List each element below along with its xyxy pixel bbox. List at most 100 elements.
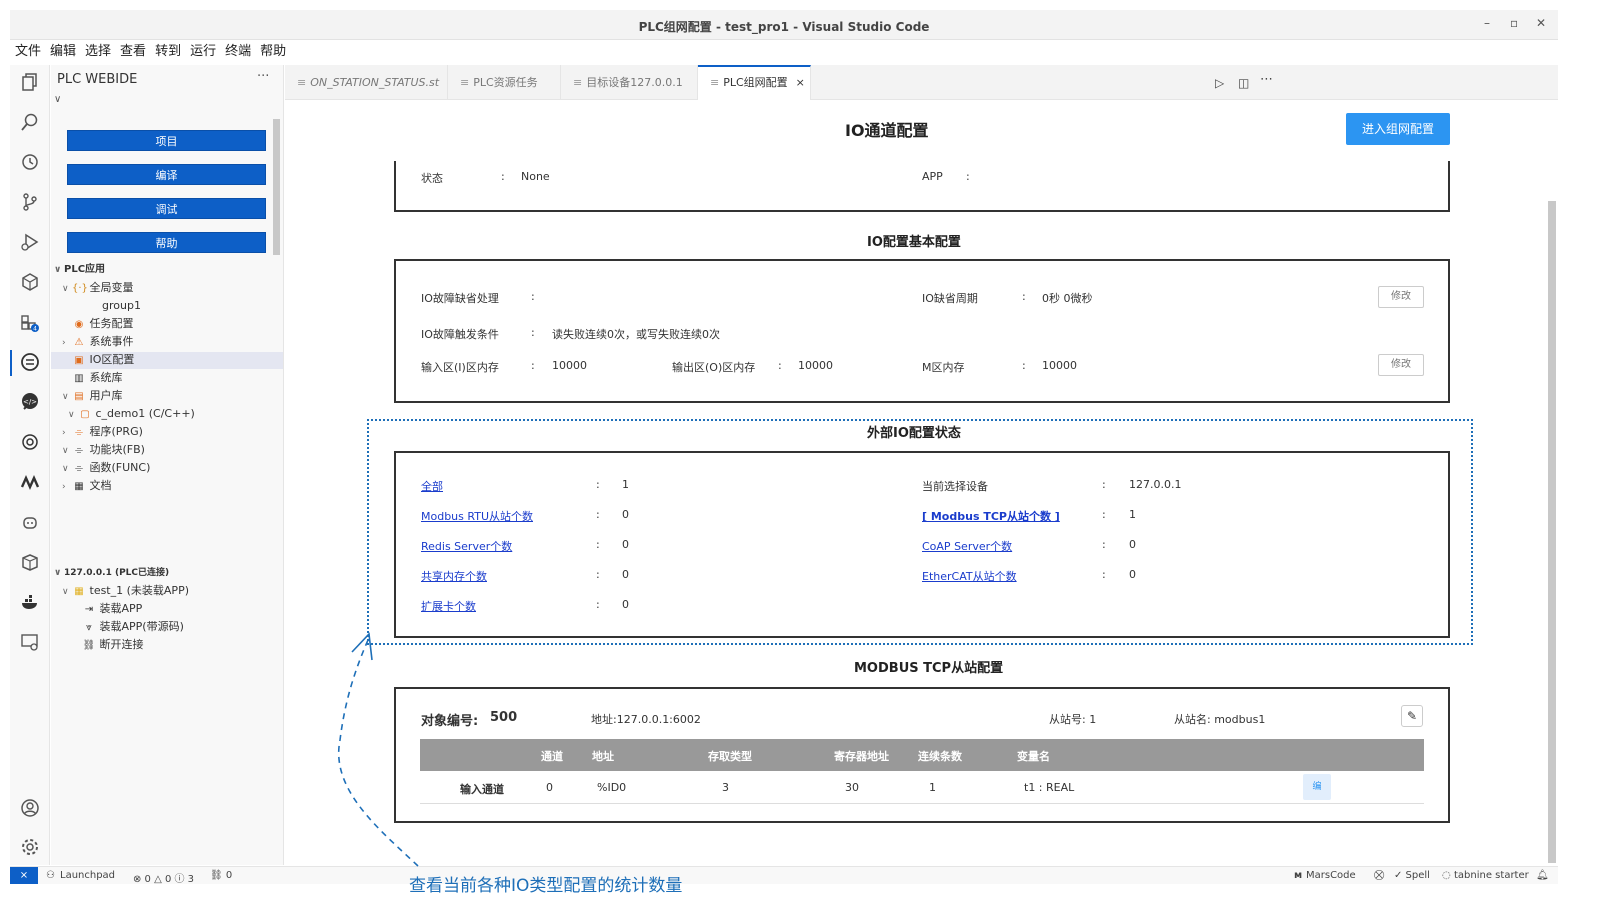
col-address: 地址 <box>592 750 614 763</box>
menu-terminal[interactable]: 终端 <box>220 41 255 63</box>
tree-global-vars[interactable]: ∨ {·} 全局变量 <box>62 280 134 297</box>
tree-prg[interactable]: › ⌯ 程序(PRG) <box>62 424 143 441</box>
marscode-icon[interactable] <box>20 472 40 492</box>
tree-sys-events[interactable]: › ⚠ 系统事件 <box>62 334 134 351</box>
row-edit-button[interactable]: 编 <box>1303 774 1331 800</box>
tabnine-icon[interactable]: ◌ <box>1442 870 1451 881</box>
tree-c-demo[interactable]: ∨ ▢ c_demo1 (C/C++) <box>68 406 195 423</box>
extensions-icon[interactable]: 4 <box>20 312 40 333</box>
tabnine-status[interactable]: tabnine starter <box>1454 870 1529 881</box>
tree-test1[interactable]: ∨ ▦ test_1 (未装载APP) <box>62 583 189 600</box>
search-icon[interactable] <box>20 112 40 132</box>
menu-go[interactable]: 转到 <box>150 41 185 63</box>
spell-status[interactable]: ✓ Spell <box>1394 870 1430 881</box>
output-mem-label: 输出区(O)区内存 <box>672 361 756 374</box>
tree-plc-app[interactable]: ∨ PLC应用 <box>54 262 105 278</box>
openai-icon[interactable] <box>20 432 40 452</box>
plc-webide-icon[interactable] <box>20 352 40 372</box>
explorer-icon[interactable] <box>20 72 40 92</box>
tab-plc-network-config[interactable]: ≡ PLC组网配置 × <box>698 65 811 100</box>
tree-task-config[interactable]: ◉ 任务配置 <box>72 316 134 333</box>
package-icon[interactable] <box>20 552 40 572</box>
chat-code-icon[interactable]: </> <box>20 392 40 412</box>
menu-run[interactable]: 运行 <box>185 41 220 63</box>
link-modbus-rtu[interactable]: Modbus RTU从站个数 <box>421 508 533 524</box>
maximize-icon[interactable]: ▫ <box>1510 16 1518 30</box>
tab-plc-resource[interactable]: ≡ PLC资源任务 <box>448 65 561 100</box>
minimize-icon[interactable]: – <box>1484 16 1490 30</box>
colon: : <box>596 598 600 611</box>
docker-icon[interactable] <box>20 592 40 612</box>
more-icon[interactable]: ⋯ <box>1260 72 1273 87</box>
run-icon[interactable]: ▷ <box>1215 76 1224 90</box>
tree-load-app-src[interactable]: ⩔ 装载APP(带源码) <box>82 619 184 636</box>
chevron-down-icon[interactable]: ∨ <box>54 94 61 105</box>
fault-trigger-value: 读失败连续0次，或写失败连续0次 <box>552 328 720 341</box>
marscode-label[interactable]: MarsCode <box>1306 870 1356 881</box>
link-coap-server[interactable]: CoAP Server个数 <box>922 538 1012 554</box>
tree-load-app[interactable]: ⇥ 装载APP <box>82 601 143 618</box>
tab-target-device[interactable]: ≡ 目标设备127.0.0.1 <box>561 65 698 100</box>
tab-on-station-status[interactable]: ≡ ON_STATION_STATUS.st <box>285 65 448 100</box>
tree-fb[interactable]: ∨ ⌯ 功能块(FB) <box>62 442 145 459</box>
tree-user-lib[interactable]: ∨ ▤ 用户库 <box>62 388 123 405</box>
link-redis-server[interactable]: Redis Server个数 <box>421 538 512 554</box>
link-all[interactable]: 全部 <box>421 478 443 494</box>
tree-docs[interactable]: › ▦ 文档 <box>62 478 112 495</box>
sidebar-scrollbar[interactable] <box>273 119 280 255</box>
settings-gear-icon[interactable] <box>20 837 40 857</box>
extension-box-icon[interactable] <box>20 272 40 292</box>
tree-group1[interactable]: group1 <box>102 298 141 314</box>
modify-period-button[interactable]: 修改 <box>1378 286 1424 308</box>
launchpad-label[interactable]: Launchpad <box>60 870 115 881</box>
source-control-icon[interactable] <box>20 192 40 212</box>
debug-button[interactable]: 调试 <box>67 198 266 219</box>
tree-io-config[interactable]: ▣ IO区配置 <box>51 352 283 369</box>
link-modbus-tcp[interactable]: [ Modbus TCP从站个数 ] <box>922 508 1060 524</box>
colon: : <box>596 568 600 581</box>
marscode-icon[interactable]: ᴍ <box>1294 870 1302 881</box>
value-shared-memory: 0 <box>622 568 629 581</box>
edit-pencil-icon[interactable]: ✎ <box>1401 705 1423 727</box>
m-mem-value: 10000 <box>1042 359 1077 372</box>
tree-func[interactable]: ∨ ⌯ 函数(FUNC) <box>62 460 150 477</box>
modify-memory-button[interactable]: 修改 <box>1378 354 1424 376</box>
menu-selection[interactable]: 选择 <box>80 41 115 63</box>
link-shared-memory[interactable]: 共享内存个数 <box>421 568 487 584</box>
compile-button[interactable]: 编译 <box>67 164 266 185</box>
account-icon[interactable] <box>20 798 40 818</box>
more-actions-icon[interactable]: ··· <box>257 69 269 84</box>
run-debug-icon[interactable] <box>20 232 40 252</box>
menu-help[interactable]: 帮助 <box>255 41 290 63</box>
launchpad-icon[interactable]: ⚇ <box>46 870 55 881</box>
bell-icon[interactable]: 🔔︎ <box>1536 870 1549 881</box>
remote-explorer-icon[interactable] <box>20 632 40 652</box>
problems-indicator[interactable]: ⊗ 0 △ 0 ⓘ 3 <box>133 870 194 884</box>
split-editor-icon[interactable]: ◫ <box>1238 76 1249 90</box>
tree-sys-lib[interactable]: ▥ 系统库 <box>72 370 122 387</box>
link-ethercat[interactable]: EtherCAT从站个数 <box>922 568 1017 584</box>
editor-scrollbar[interactable] <box>1548 201 1556 863</box>
copilot-icon[interactable]: ⛒ <box>1374 870 1384 881</box>
tree-connection[interactable]: ∨ 127.0.0.1 (PLC已连接) <box>54 565 169 581</box>
remote-indicator[interactable]: ⨯ <box>10 867 38 884</box>
close-icon[interactable]: ✕ <box>1536 16 1546 30</box>
robot-icon[interactable] <box>20 512 40 532</box>
help-button[interactable]: 帮助 <box>67 232 266 253</box>
tab-close-icon[interactable]: × <box>796 76 805 89</box>
menu-edit[interactable]: 编辑 <box>45 41 80 63</box>
input-mem-label: 输入区(I)区内存 <box>421 361 499 374</box>
colon: : <box>531 326 535 339</box>
m-mem-label: M区内存 <box>922 361 965 374</box>
link-expansion-card[interactable]: 扩展卡个数 <box>421 598 476 614</box>
enter-network-config-button[interactable]: 进入组网配置 <box>1346 113 1450 145</box>
tree-disconnect[interactable]: ⛓ 断开连接 <box>82 637 144 654</box>
colon: : <box>1102 478 1106 491</box>
project-button[interactable]: 项目 <box>67 130 266 151</box>
col-var-name: 变量名 <box>1017 750 1050 763</box>
ports-indicator[interactable]: ⛓ 0 <box>210 870 232 881</box>
value-modbus-rtu: 0 <box>622 508 629 521</box>
menu-view[interactable]: 查看 <box>115 41 150 63</box>
menu-file[interactable]: 文件 <box>10 41 45 63</box>
timeline-icon[interactable] <box>20 152 40 172</box>
